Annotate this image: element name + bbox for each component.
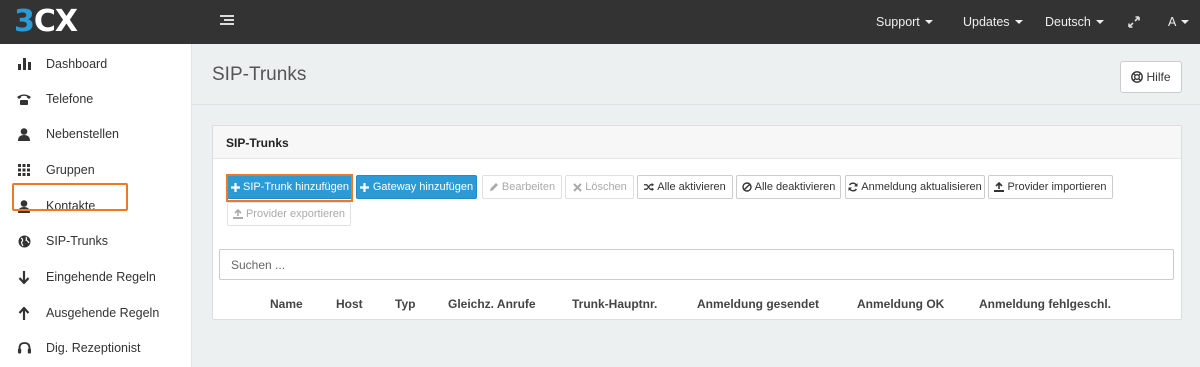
refresh-registration-button[interactable]: Anmeldung aktualisieren — [845, 175, 985, 199]
logo[interactable]: 3CX — [14, 4, 78, 39]
sidebar-item-label: Dig. Rezeptionist — [46, 341, 141, 355]
sidebar-item-label: Nebenstellen — [46, 127, 119, 141]
sidebar-item-telefone[interactable]: Telefone — [0, 81, 192, 117]
support-label: Support — [876, 15, 920, 29]
sidebar-item-label: Eingehende Regeln — [46, 270, 156, 284]
button-label: Provider importieren — [1007, 181, 1107, 193]
sidebar-item-label: Telefone — [46, 92, 94, 106]
arrow-up-icon — [17, 306, 31, 320]
refresh-icon — [848, 182, 858, 192]
button-label: Bearbeiten — [501, 181, 556, 193]
x-icon — [572, 182, 582, 192]
delete-button[interactable]: Löschen — [565, 175, 634, 199]
help-button[interactable]: Hilfe — [1120, 61, 1182, 93]
user-menu[interactable]: A — [1168, 0, 1190, 44]
sidebar-item-dig-rezeptionist[interactable]: Dig. Rezeptionist — [0, 330, 192, 366]
button-label: Alle deaktivieren — [754, 181, 836, 193]
column-header-registration-ok[interactable]: Anmeldung OK — [857, 297, 944, 311]
sidebar: Dashboard Telefone Nebenstellen Gruppen … — [0, 44, 192, 367]
button-label: Alle aktivieren — [657, 181, 726, 193]
chevron-down-icon — [1014, 20, 1023, 24]
upload-icon — [994, 182, 1005, 192]
support-menu[interactable]: Support — [876, 0, 933, 44]
add-sip-trunk-button[interactable]: SIP-Trunk hinzufügen — [227, 175, 352, 199]
chevron-down-icon — [924, 20, 933, 24]
activate-all-button[interactable]: Alle aktivieren — [637, 175, 733, 199]
sidebar-item-eingehende-regeln[interactable]: Eingehende Regeln — [0, 259, 192, 295]
search-input[interactable] — [219, 249, 1174, 280]
sidebar-item-sip-trunks[interactable]: SIP-Trunks — [0, 223, 192, 259]
sidebar-item-nebenstellen[interactable]: Nebenstellen — [0, 116, 192, 152]
pencil-icon — [489, 182, 499, 192]
language-label: Deutsch — [1045, 15, 1091, 29]
help-label: Hilfe — [1146, 70, 1171, 84]
logo-part-3: 3 — [14, 4, 35, 39]
edit-button[interactable]: Bearbeiten — [482, 175, 562, 199]
arrow-down-icon — [17, 270, 31, 284]
column-header-host[interactable]: Host — [336, 297, 363, 311]
sidebar-item-ausgehende-regeln[interactable]: Ausgehende Regeln — [0, 295, 192, 331]
language-menu[interactable]: Deutsch — [1045, 0, 1104, 44]
add-gateway-button[interactable]: Gateway hinzufügen — [356, 175, 477, 199]
bar-chart-icon — [17, 57, 31, 71]
column-header-registration-failed[interactable]: Anmeldung fehlgeschl. — [979, 297, 1111, 311]
updates-menu[interactable]: Updates — [963, 0, 1023, 44]
button-label: Anmeldung aktualisieren — [861, 181, 982, 193]
sidebar-item-gruppen[interactable]: Gruppen — [0, 152, 192, 188]
sip-trunks-panel: SIP-Trunks — [212, 125, 1182, 320]
sidebar-item-label: Ausgehende Regeln — [46, 306, 160, 320]
page-title: SIP-Trunks — [212, 64, 307, 85]
expand-icon[interactable] — [1127, 15, 1141, 29]
divider — [192, 104, 1200, 105]
button-label: Gateway hinzufügen — [372, 181, 474, 193]
sidebar-item-label: Gruppen — [46, 163, 95, 177]
shuffle-icon — [644, 182, 655, 192]
column-header-main-trunk-number[interactable]: Trunk-Hauptnr. — [572, 297, 657, 311]
plus-icon — [230, 182, 240, 192]
panel-header: SIP-Trunks — [213, 126, 1181, 159]
logo-part-cx: CX — [33, 4, 78, 39]
sidebar-item-kontakte[interactable]: Kontakte — [0, 188, 192, 224]
sidebar-item-label: Dashboard — [46, 57, 108, 71]
deactivate-all-button[interactable]: Alle deaktivieren — [736, 175, 841, 199]
chevron-down-icon — [1095, 20, 1104, 24]
lifebuoy-icon — [1131, 71, 1144, 83]
button-label: Provider exportieren — [245, 208, 346, 220]
plus-icon — [360, 182, 370, 192]
updates-label: Updates — [963, 15, 1010, 29]
menu-toggle-icon[interactable] — [220, 15, 234, 27]
top-bar: 3CX Support Updates Deutsch A — [0, 0, 1200, 44]
headset-icon — [17, 341, 31, 355]
globe-icon — [17, 234, 31, 248]
user-icon — [17, 127, 31, 141]
grid-icon — [17, 163, 31, 177]
sidebar-item-label: SIP-Trunks — [46, 234, 109, 248]
sidebar-item-dashboard[interactable]: Dashboard — [0, 46, 192, 82]
panel-title: SIP-Trunks — [226, 136, 289, 150]
user-label: A — [1168, 15, 1177, 29]
column-header-simultaneous-calls[interactable]: Gleichz. Anrufe — [448, 297, 536, 311]
ban-icon — [741, 182, 752, 192]
export-provider-button[interactable]: Provider exportieren — [227, 202, 351, 226]
chevron-down-icon — [1181, 20, 1190, 24]
phone-icon — [17, 92, 31, 106]
column-header-type[interactable]: Typ — [395, 297, 415, 311]
upload-icon — [232, 209, 243, 219]
user-icon — [17, 199, 31, 213]
column-header-name[interactable]: Name — [270, 297, 303, 311]
button-label: SIP-Trunk hinzufügen — [243, 181, 349, 193]
button-label: Löschen — [585, 181, 627, 193]
sidebar-item-label: Kontakte — [46, 199, 96, 213]
column-header-registration-sent[interactable]: Anmeldung gesendet — [697, 297, 819, 311]
import-provider-button[interactable]: Provider importieren — [988, 175, 1113, 199]
